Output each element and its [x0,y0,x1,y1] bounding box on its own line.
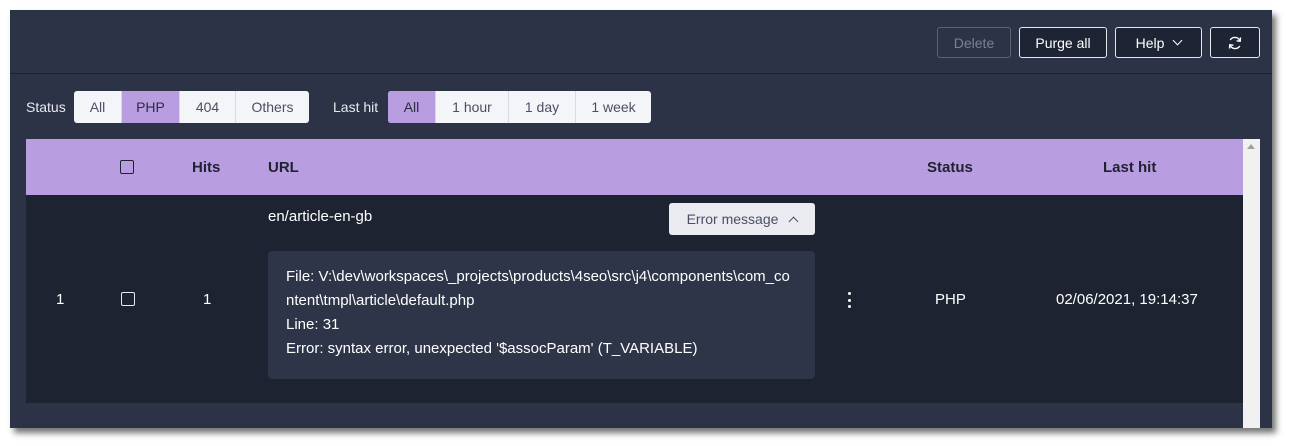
delete-button[interactable]: Delete [937,27,1011,58]
row-hits: 1 [203,291,212,308]
toolbar: Delete Purge all Help [10,10,1272,74]
chevron-down-icon [1172,35,1183,46]
error-message-panel: File: V:\dev\workspaces\_projects\produc… [268,251,815,379]
lasthit-filter-1-hour[interactable]: 1 hour [436,91,509,123]
lasthit-filter-group: All 1 hour 1 day 1 week [388,91,651,123]
status-filter-group: All PHP 404 Others [74,91,309,123]
select-all-checkbox[interactable] [120,160,134,174]
status-filter-label: Status [26,99,66,115]
lasthit-filter-all[interactable]: All [388,91,436,123]
errors-panel: Delete Purge all Help Status All PHP 404… [10,10,1272,428]
status-filter-others[interactable]: Others [236,91,309,123]
error-text: Error: syntax error, unexpected '$assocP… [286,340,698,357]
status-filter-all[interactable]: All [74,91,122,123]
filters-bar: Status All PHP 404 Others Last hit All 1… [10,91,1272,123]
status-filter-php[interactable]: PHP [122,91,180,123]
scroll-up-arrow-icon[interactable] [1247,144,1255,149]
purge-all-button[interactable]: Purge all [1019,27,1107,58]
table-row: 1 1 en/article-en-gb Error message File:… [26,195,1243,403]
refresh-icon [1228,36,1242,49]
error-message-toggle[interactable]: Error message [669,203,815,235]
lasthit-filter-1-week[interactable]: 1 week [576,91,651,123]
help-dropdown-button[interactable]: Help [1115,27,1202,58]
chevron-up-icon [788,216,799,226]
vertical-scrollbar[interactable] [1243,139,1260,428]
lasthit-filter-1-day[interactable]: 1 day [509,91,576,123]
help-button-label: Help [1135,34,1165,51]
column-header-url[interactable]: URL [268,139,299,195]
error-file: File: V:\dev\workspaces\_projects\produc… [286,268,790,309]
column-header-status[interactable]: Status [927,139,973,195]
lasthit-filter-label: Last hit [333,99,379,115]
row-url[interactable]: en/article-en-gb [268,208,372,225]
scrollbar-thumb[interactable] [1246,155,1257,425]
row-index: 1 [56,291,65,308]
table-footer [26,403,1243,428]
column-header-hits[interactable]: Hits [192,139,220,195]
select-all-cell [120,139,134,195]
refresh-button[interactable] [1210,27,1260,58]
row-status: PHP [935,291,966,308]
error-line-number: Line: 31 [286,316,340,333]
table-header: Hits URL Status Last hit [26,139,1243,195]
error-message-toggle-label: Error message [686,211,779,227]
row-actions-more-icon[interactable] [846,292,852,308]
errors-table: Hits URL Status Last hit 1 1 en/article-… [26,139,1243,428]
row-last-hit: 02/06/2021, 19:14:37 [1056,291,1198,308]
status-filter-404[interactable]: 404 [180,91,236,123]
row-checkbox[interactable] [121,292,135,306]
column-header-last-hit[interactable]: Last hit [1103,139,1156,195]
